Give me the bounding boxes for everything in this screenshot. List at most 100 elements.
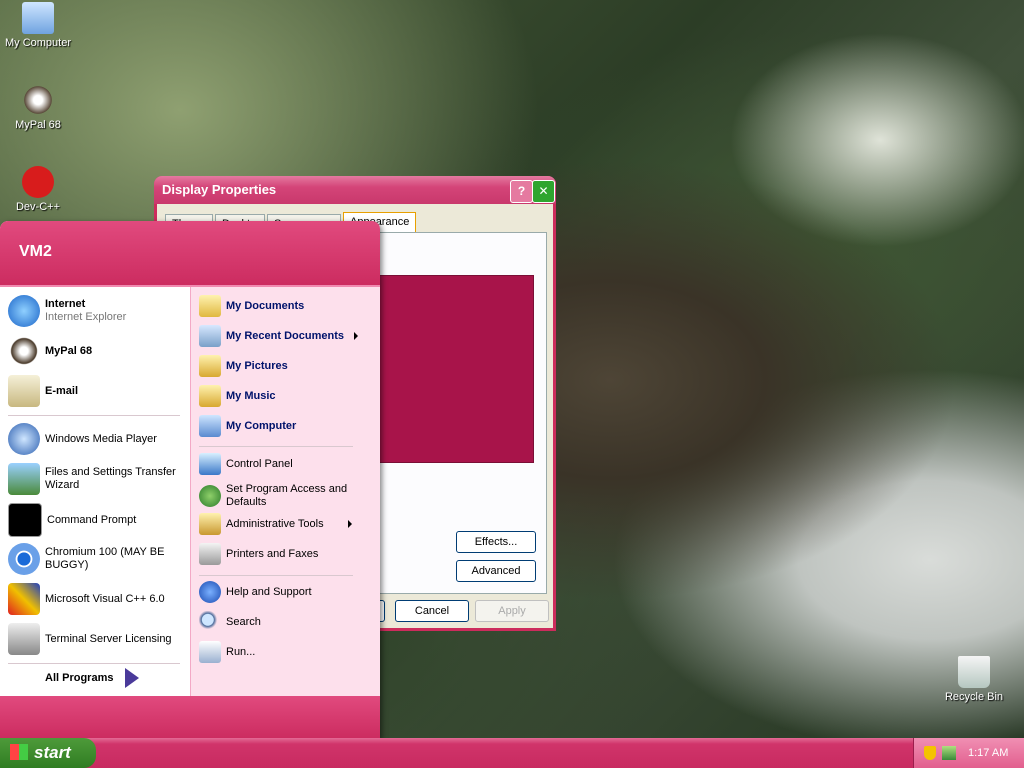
desktop-icon-label: My Computer	[4, 37, 72, 49]
start-item-run[interactable]: Run...	[199, 641, 255, 663]
visual-cpp-icon	[8, 583, 40, 615]
start-item-my-documents[interactable]: My Documents	[199, 295, 304, 317]
desktop-icon-mypal[interactable]: MyPal 68	[0, 84, 76, 131]
start-item-program-access[interactable]: Set Program Access and Defaults	[199, 483, 361, 509]
start-label: start	[34, 743, 71, 762]
item-title: Internet	[45, 298, 86, 310]
taskbar: start 1:17 AM	[0, 738, 1024, 768]
window-title: Display Properties	[154, 176, 556, 204]
item-title: Command Prompt	[47, 513, 137, 526]
desktop-icon-label: Dev-C++	[15, 201, 61, 213]
all-programs-label: All Programs	[45, 672, 114, 684]
item-title: Control Panel	[226, 458, 293, 470]
start-item-mypal[interactable]: MyPal 68	[8, 335, 92, 367]
item-title: My Pictures	[226, 360, 288, 372]
my-computer-icon	[22, 2, 54, 34]
start-item-admin-tools[interactable]: Administrative Tools	[199, 513, 352, 535]
advanced-button[interactable]: Advanced	[456, 560, 536, 582]
start-button[interactable]: start	[0, 738, 96, 768]
start-item-transfer-wizard[interactable]: Files and Settings Transfer Wizard	[8, 463, 181, 495]
transfer-wizard-icon	[8, 463, 40, 495]
devcpp-icon	[22, 166, 54, 198]
media-player-icon	[8, 423, 40, 455]
desktop-icon-my-computer[interactable]: My Computer	[0, 2, 76, 49]
start-item-help[interactable]: Help and Support	[199, 581, 312, 603]
item-title: Printers and Faxes	[226, 548, 319, 560]
program-access-icon	[199, 485, 221, 507]
start-item-my-music[interactable]: My Music	[199, 385, 276, 407]
start-item-chromium[interactable]: Chromium 100 (MAY BE BUGGY)	[8, 543, 175, 575]
start-item-printers[interactable]: Printers and Faxes	[199, 543, 318, 565]
start-menu-footer	[0, 696, 380, 738]
start-item-email[interactable]: E-mail	[8, 375, 78, 407]
desktop-icon-label: MyPal 68	[15, 119, 61, 131]
start-item-command-prompt[interactable]: Command Prompt	[8, 503, 136, 537]
item-title: E-mail	[45, 384, 79, 397]
item-title: Set Program Access and Defaults	[226, 483, 348, 508]
item-subtitle: Internet Explorer	[45, 311, 127, 323]
start-menu: VM2 Internet Internet Explorer MyPal 68 E…	[0, 221, 380, 738]
separator	[199, 575, 353, 576]
submenu-arrow-icon	[353, 332, 358, 340]
admin-tools-icon	[199, 513, 221, 535]
desktop-icon-label: Recycle Bin	[944, 691, 1004, 703]
start-item-terminal-licensing[interactable]: Terminal Server Licensing	[8, 623, 172, 655]
printer-icon	[199, 543, 221, 565]
close-button[interactable]: ✕	[532, 180, 555, 203]
start-item-visual-cpp[interactable]: Microsoft Visual C++ 6.0	[8, 583, 165, 615]
internet-explorer-icon	[8, 295, 40, 327]
item-title: Files and Settings Transfer Wizard	[45, 466, 176, 491]
effects-button[interactable]: Effects...	[456, 531, 536, 553]
start-item-my-pictures[interactable]: My Pictures	[199, 355, 288, 377]
start-item-search[interactable]: Search	[199, 611, 261, 633]
item-title: My Computer	[226, 420, 297, 432]
mypal-icon	[22, 84, 54, 116]
control-panel-icon	[199, 453, 221, 475]
item-title: My Recent Documents	[226, 330, 344, 342]
terminal-licensing-icon	[8, 623, 40, 655]
item-title: Windows Media Player	[45, 432, 157, 445]
start-menu-places: My Documents My Recent Documents My Pict…	[190, 287, 380, 696]
submenu-arrow-icon	[347, 520, 352, 528]
run-icon	[199, 641, 221, 663]
desktop-icon-recycle-bin[interactable]: Recycle Bin	[936, 656, 1012, 703]
start-menu-programs: Internet Internet Explorer MyPal 68 E-mai…	[0, 287, 189, 696]
item-title: Administrative Tools	[226, 518, 324, 530]
start-item-internet[interactable]: Internet Internet Explorer	[8, 295, 126, 327]
separator	[8, 415, 180, 416]
mypal-icon	[8, 335, 40, 367]
item-title: Run...	[226, 646, 256, 658]
start-item-recent-documents[interactable]: My Recent Documents	[199, 325, 358, 347]
chromium-icon	[8, 543, 40, 575]
item-title: MyPal 68	[45, 344, 93, 357]
all-programs-button[interactable]: All Programs	[45, 668, 140, 688]
command-prompt-icon	[8, 503, 42, 537]
my-documents-icon	[199, 295, 221, 317]
item-title: My Documents	[226, 300, 305, 312]
cancel-button[interactable]: Cancel	[395, 600, 469, 622]
item-title: Microsoft Visual C++ 6.0	[45, 592, 165, 605]
start-item-media-player[interactable]: Windows Media Player	[8, 423, 157, 455]
item-title: My Music	[226, 390, 276, 402]
desktop-icon-devcpp[interactable]: Dev-C++	[0, 166, 76, 213]
my-computer-icon	[199, 415, 221, 437]
apply-button[interactable]: Apply	[475, 600, 549, 622]
email-icon	[8, 375, 40, 407]
start-menu-user: VM2	[0, 221, 380, 287]
arrow-right-icon	[125, 668, 140, 688]
security-shield-icon[interactable]	[924, 746, 936, 760]
network-icon[interactable]	[942, 746, 956, 760]
start-item-control-panel[interactable]: Control Panel	[199, 453, 293, 475]
start-item-my-computer[interactable]: My Computer	[199, 415, 296, 437]
item-title: Search	[226, 616, 261, 628]
recent-documents-icon	[199, 325, 221, 347]
separator	[199, 446, 353, 447]
clock[interactable]: 1:17 AM	[968, 738, 1008, 768]
help-button[interactable]: ?	[510, 180, 533, 203]
item-title: Terminal Server Licensing	[45, 632, 172, 645]
separator	[8, 663, 180, 664]
search-icon	[199, 611, 221, 633]
my-pictures-icon	[199, 355, 221, 377]
system-tray: 1:17 AM	[913, 738, 1024, 768]
help-icon	[199, 581, 221, 603]
